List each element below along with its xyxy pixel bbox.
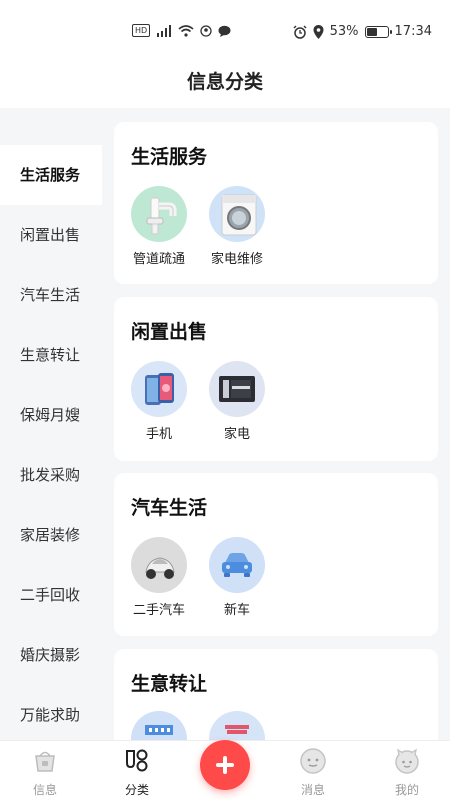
section-card-car-life: 汽车生活 二手汽车 新车 [114, 473, 438, 636]
section-items [126, 711, 270, 740]
phone-icon [131, 361, 187, 417]
category-label: 管道疏通 [132, 252, 185, 267]
washing-machine-icon [209, 186, 265, 242]
tab-profile[interactable]: 我的 [362, 747, 450, 798]
tab-label: 我的 [394, 783, 419, 797]
category-new-car[interactable]: 新车 [204, 537, 270, 618]
shop-icon [131, 711, 187, 740]
vpn-icon [200, 24, 212, 37]
battery-percent: 53% [329, 24, 359, 39]
category-used-car[interactable]: 二手汽车 [126, 537, 192, 618]
status-right-icons: 53% 17:34 [293, 24, 432, 39]
tab-info[interactable]: 信息 [0, 747, 90, 798]
hd-badge: HD [132, 24, 151, 37]
sidebar-item-help[interactable]: 万能求助 [0, 685, 102, 740]
category-sidebar: 生活服务 闲置出售 汽车生活 生意转让 保姆月嫂 批发采购 家居装修 二手回收 … [0, 108, 102, 740]
appliance-icon [209, 361, 265, 417]
profile-face-icon [395, 748, 419, 774]
tab-label: 消息 [300, 783, 325, 797]
chat-bubble-icon [218, 25, 231, 37]
section-items: 管道疏通 家电维修 [126, 186, 270, 267]
page-header: 信息分类 [0, 64, 450, 108]
tab-label: 分类 [124, 783, 149, 797]
new-car-icon [209, 537, 265, 593]
sidebar-item-idle-sale[interactable]: 闲置出售 [0, 205, 102, 265]
sidebar-item-business-transfer[interactable]: 生意转让 [0, 325, 102, 385]
section-title: 闲置出售 [131, 321, 208, 343]
tab-label: 信息 [32, 783, 57, 797]
sidebar-item-nanny[interactable]: 保姆月嫂 [0, 385, 102, 445]
sidebar-item-life-services[interactable]: 生活服务 [0, 145, 102, 205]
section-title: 生活服务 [131, 146, 208, 168]
section-card-life-services: 生活服务 管道疏通 家电维修 [114, 122, 438, 284]
sidebar-item-recycling[interactable]: 二手回收 [0, 565, 102, 625]
sidebar-item-car-life[interactable]: 汽车生活 [0, 265, 102, 325]
message-face-icon [300, 748, 326, 774]
location-icon [313, 24, 324, 39]
category-appliance[interactable]: 家电 [204, 361, 270, 442]
tab-category[interactable]: 分类 [92, 747, 182, 798]
category-label: 新车 [223, 603, 250, 618]
used-car-icon [131, 537, 187, 593]
sidebar-item-home-decor[interactable]: 家居装修 [0, 505, 102, 565]
category-shop[interactable] [126, 711, 192, 740]
category-phone[interactable]: 手机 [126, 361, 192, 442]
sidebar-item-wholesale[interactable]: 批发采购 [0, 445, 102, 505]
tab-messages[interactable]: 消息 [268, 747, 358, 798]
status-left-icons: HD [132, 24, 231, 37]
section-card-business-transfer: 生意转让 [114, 649, 438, 740]
battery-icon [364, 25, 392, 38]
store-icon [209, 711, 265, 740]
status-time: 17:34 [394, 24, 432, 39]
category-label: 二手汽车 [132, 603, 185, 618]
category-label: 家电维修 [210, 252, 263, 267]
info-basket-icon [35, 751, 55, 772]
plus-icon [216, 756, 234, 774]
category-label: 家电 [223, 427, 250, 442]
alarm-icon [293, 25, 307, 39]
category-store[interactable] [204, 711, 270, 740]
section-title: 生意转让 [131, 673, 208, 695]
publish-button[interactable] [200, 740, 250, 790]
sidebar-item-wedding-photo[interactable]: 婚庆摄影 [0, 625, 102, 685]
section-items: 手机 家电 [126, 361, 270, 442]
section-items: 二手汽车 新车 [126, 537, 270, 618]
section-card-idle-sale: 闲置出售 手机 家电 [114, 297, 438, 461]
category-appliance-repair[interactable]: 家电维修 [204, 186, 270, 267]
pipe-icon [131, 186, 187, 242]
category-icon [126, 749, 148, 772]
section-title: 汽车生活 [131, 497, 208, 519]
page-title: 信息分类 [186, 71, 263, 93]
category-content: 生活服务 管道疏通 家电维修 闲置出售 手机 家电 汽车生活 二手汽车 新车 生… [102, 108, 450, 740]
category-pipe-dredging[interactable]: 管道疏通 [126, 186, 192, 267]
category-label: 手机 [145, 427, 172, 442]
wifi-icon [178, 24, 194, 37]
signal-icon [157, 24, 172, 37]
status-bar: HD 53% 17:34 [0, 0, 450, 64]
